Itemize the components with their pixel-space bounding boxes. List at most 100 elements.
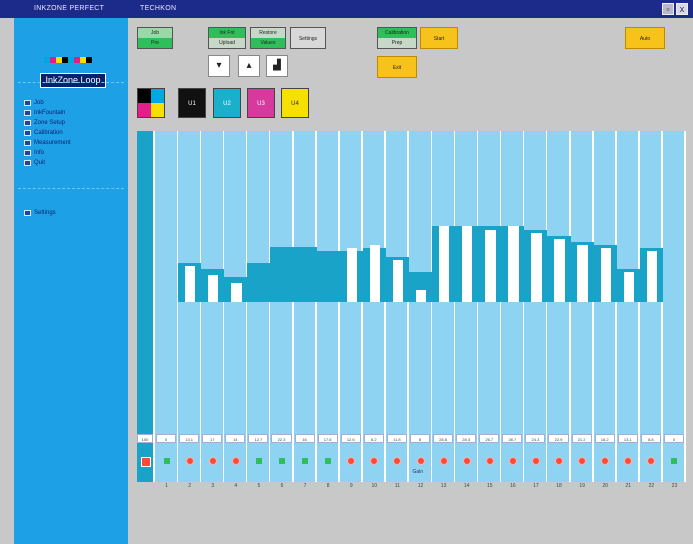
zone-status-dot[interactable] [278, 458, 285, 464]
restore-values-button[interactable]: Restore Values [250, 27, 286, 49]
exit-button[interactable]: Exit [377, 56, 417, 78]
zone-column[interactable] [524, 131, 546, 482]
zone-status-dot[interactable] [325, 458, 332, 464]
zone-value-cell[interactable]: 100 [137, 434, 153, 443]
ink-swatch-u4[interactable]: U4 [281, 88, 309, 118]
zone-value-cell[interactable]: 17 [202, 434, 223, 443]
zone-status-dot[interactable] [532, 458, 539, 464]
zone-value-cell[interactable]: 0 [156, 434, 177, 443]
calibration-prep-button[interactable]: Calibration Prep [377, 27, 417, 49]
zone-column[interactable] [293, 131, 316, 482]
ink-target-bar [623, 272, 635, 302]
job-pre-button[interactable]: Job Pre [137, 27, 173, 49]
zone-column[interactable] [501, 131, 523, 482]
zone-value-cell[interactable]: 11.8 [386, 434, 407, 443]
sidebar-item-quit[interactable]: Quit [24, 160, 45, 166]
zone-column[interactable] [639, 131, 662, 482]
zone-status-dot[interactable] [417, 458, 424, 464]
zone-column[interactable] [362, 131, 385, 482]
minimize-button[interactable]: ▫ [662, 3, 674, 15]
zone-value-cell[interactable]: 16 [294, 434, 315, 443]
zone-value-cell[interactable]: 14 [225, 434, 246, 443]
ink-upload-button[interactable]: Ink Fnt Upload [208, 27, 246, 49]
zone-status-dot[interactable] [141, 457, 151, 467]
zone-status-dot[interactable] [556, 458, 563, 464]
ink-target-bar [646, 251, 658, 302]
start-button[interactable]: Start [420, 27, 458, 49]
zone-column[interactable] [155, 131, 177, 482]
zone-value-cell[interactable]: 22.3 [271, 434, 292, 443]
zone-status-dot[interactable] [186, 458, 193, 464]
zone-value-cell[interactable]: 0 [663, 434, 684, 443]
zone-status-dot[interactable] [440, 458, 447, 464]
sidebar-item-settings[interactable]: Settings [24, 210, 56, 216]
zone-column[interactable] [247, 131, 269, 482]
zone-value-cell[interactable]: 17.6 [317, 434, 338, 443]
zone-column[interactable] [339, 131, 362, 482]
zone-column[interactable] [316, 131, 339, 482]
zone-column[interactable] [593, 131, 616, 482]
sidebar-item-info[interactable]: Info [24, 150, 44, 156]
zone-value-cell[interactable]: 28.7 [502, 434, 523, 443]
zone-number-label: 5 [257, 483, 261, 489]
zone-number-label: 21 [625, 483, 632, 489]
zone-value-cell[interactable]: 13.1 [179, 434, 200, 443]
zone-column[interactable] [570, 131, 593, 482]
zone-status-dot[interactable] [302, 458, 309, 464]
zone-status-dot[interactable] [671, 458, 678, 464]
zone-value-cell[interactable]: 21.2 [571, 434, 592, 443]
zone-column[interactable] [270, 131, 292, 482]
ink-target-bar [369, 245, 381, 302]
settings-button[interactable]: Settings [290, 27, 326, 49]
zone-column[interactable] [178, 131, 200, 482]
zone-value-cell[interactable]: 12.6 [340, 434, 361, 443]
zone-status-dot[interactable] [209, 458, 216, 464]
zone-column[interactable] [662, 131, 685, 482]
close-button[interactable]: x [676, 3, 688, 15]
ink-target-bar [231, 282, 242, 302]
zone-column[interactable] [408, 131, 431, 482]
zone-column[interactable] [385, 131, 408, 482]
ink-swatch-u1[interactable]: U1 [178, 88, 206, 118]
zone-value-cell[interactable]: 22.9 [548, 434, 569, 443]
zone-column[interactable] [224, 131, 246, 482]
zone-status-dot[interactable] [463, 458, 470, 464]
zone-value-cell[interactable]: 8.8 [640, 434, 661, 443]
arrow-down-icon[interactable]: ▾ [208, 55, 230, 77]
zone-status-dot[interactable] [163, 458, 170, 464]
sidebar-item-job[interactable]: Job [24, 100, 44, 106]
zone-value-cell[interactable]: 13.1 [617, 434, 638, 443]
zone-column[interactable] [432, 131, 454, 482]
zone-number-label: 10 [371, 483, 378, 489]
zone-value-cell[interactable]: 8 [409, 434, 431, 443]
zone-status-dot[interactable] [486, 458, 493, 464]
zone-column[interactable] [616, 131, 639, 482]
sidebar-item-measurement[interactable]: Measurement [24, 140, 71, 146]
sidebar-item-zone-setup[interactable]: Zone Setup [24, 120, 65, 126]
zone-status-dot[interactable] [255, 458, 262, 464]
zone-value-cell[interactable]: 28.3 [456, 434, 477, 443]
zone-value-cell[interactable]: 28.8 [433, 434, 454, 443]
zone-column[interactable] [478, 131, 500, 482]
sidebar-item-inkfountain[interactable]: InkFountain [24, 110, 65, 116]
ink-swatch-u3[interactable]: U3 [247, 88, 275, 118]
zone-number-label: 23 [671, 483, 678, 489]
zone-number-label: 2 [188, 483, 192, 489]
zone-status-dot[interactable] [509, 458, 516, 464]
zone-status-dot[interactable] [232, 458, 239, 464]
zone-value-cell[interactable]: 6.2 [363, 434, 384, 443]
ink-swatch-u2[interactable]: U2 [213, 88, 241, 118]
zone-column[interactable] [547, 131, 570, 482]
chart-icon[interactable]: ▟ [266, 55, 288, 77]
zone-column[interactable] [201, 131, 223, 482]
auto-button[interactable]: Auto [625, 27, 665, 49]
zone-value-cell[interactable]: 24.3 [525, 434, 546, 443]
multi-color-swatch[interactable] [137, 88, 165, 118]
zone-column[interactable] [455, 131, 477, 482]
zone-value-cell[interactable]: 18.2 [594, 434, 615, 443]
zone-value-cell[interactable]: 26.7 [479, 434, 500, 443]
sidebar-item-calibration[interactable]: Calibration [24, 130, 63, 136]
quit-icon [24, 160, 31, 166]
zone-value-cell[interactable]: 12.7 [248, 434, 269, 443]
arrow-up-icon[interactable]: ▴ [238, 55, 260, 77]
